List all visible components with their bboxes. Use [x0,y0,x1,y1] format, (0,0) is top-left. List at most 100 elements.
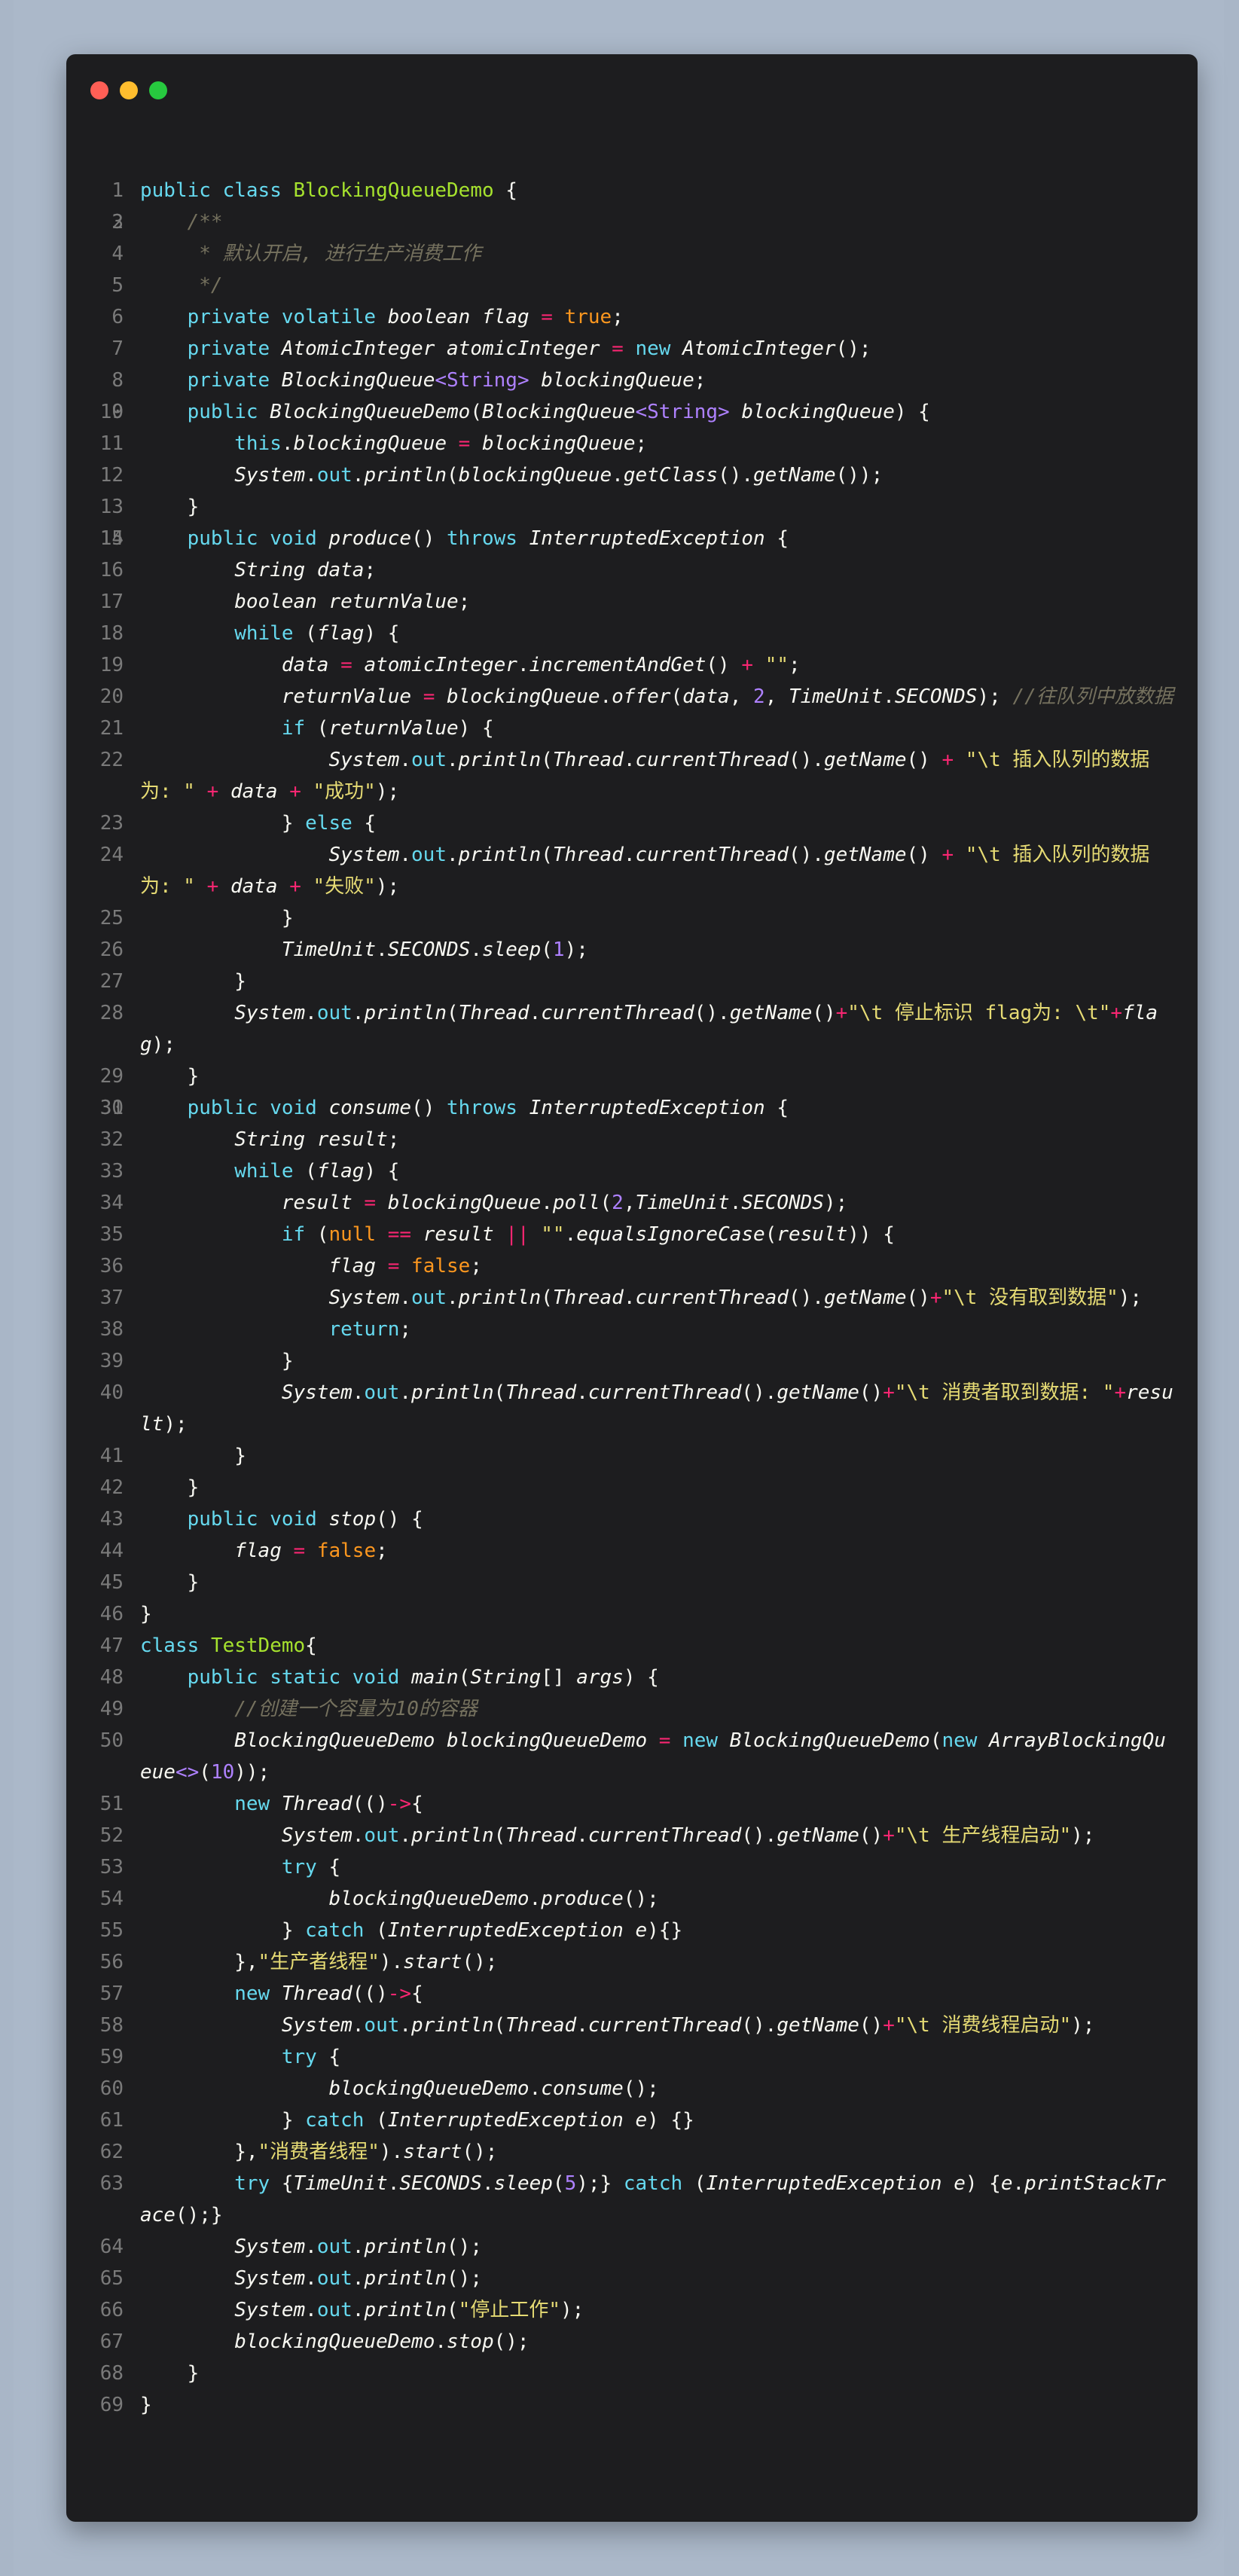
code-line: 31 public void consume() throws Interrup… [66,1092,1198,1124]
line-number: 35 [99,1223,124,1246]
code-line: 52 System.out.println(Thread.currentThre… [66,1820,1198,1851]
line-number: 15 [99,527,124,550]
code-line: 54 blockingQueueDemo.produce(); [66,1883,1198,1915]
line-number: 5 [111,274,124,297]
line-number: 50 [99,1729,124,1752]
page-background: 1 public class BlockingQueueDemo {2 3 /** 4… [14,0,1224,2576]
code-line: 26 TimeUnit.SECONDS.sleep(1); [66,934,1198,966]
close-window-icon[interactable] [90,81,108,99]
code-line: 29 } [66,1061,1198,1092]
code-text: String data; [234,559,377,581]
line-number: 7 [111,337,124,360]
code-text: while (flag) { [234,622,400,645]
code-line: 63 try {TimeUnit.SECONDS.sleep(5);} catc… [66,2168,1198,2231]
line-number: 65 [99,2267,124,2290]
code-text: public void produce() throws Interrupted… [187,527,789,550]
code-line: 11 this.blockingQueue = blockingQueue; [66,428,1198,459]
line-number: 63 [99,2172,124,2195]
code-line: 46} [66,1598,1198,1630]
code-text: System.out.println(); [234,2267,482,2290]
code-text: System.out.println(Thread.currentThread(… [140,1002,1158,1056]
code-line: 50 BlockingQueueDemo blockingQueueDemo =… [66,1725,1198,1788]
line-number: 22 [99,749,124,771]
line-number: 64 [99,2236,124,2258]
line-number: 45 [99,1571,124,1594]
code-line: 47 class TestDemo{ [66,1630,1198,1662]
line-number: 54 [99,1888,124,1910]
code-text: System.out.println(Thread.currentThread(… [140,749,1150,803]
code-line: 13 } [66,491,1198,523]
code-text: private BlockingQueue<String> blockingQu… [187,369,706,392]
code-text: if (returnValue) { [281,717,494,740]
line-number: 3 [111,211,124,233]
line-number: 66 [99,2299,124,2321]
code-line: 53 try { [66,1851,1198,1883]
line-number: 8 [111,369,124,392]
code-text: System.out.println(blockingQueue.getClas… [234,464,883,487]
code-text: try {TimeUnit.SECONDS.sleep(5);} catch (… [140,2172,1166,2227]
code-text: new Thread(()->{ [234,1793,423,1815]
code-text: try { [281,2046,341,2068]
code-line: 38 return; [66,1314,1198,1345]
line-number: 37 [99,1286,124,1309]
code-line: 57 new Thread(()->{ [66,1978,1198,2010]
line-number: 23 [99,812,124,835]
line-number: 25 [99,907,124,929]
code-line: 16 String data; [66,554,1198,586]
code-text: System.out.println(Thread.currentThread(… [281,2014,1095,2037]
code-line: 34 result = blockingQueue.poll(2,TimeUni… [66,1187,1198,1219]
code-text: class TestDemo{ [140,1634,317,1657]
code-text: public BlockingQueueDemo(BlockingQueue<S… [187,401,930,423]
code-line: 22 System.out.println(Thread.currentThre… [66,744,1198,807]
code-line: 43 public void stop() { [66,1503,1198,1535]
code-line: 67 blockingQueueDemo.stop(); [66,2326,1198,2358]
code-text: //创建一个容量为10的容器 [234,1698,478,1720]
line-number: 1 [111,179,124,202]
code-line: 12 System.out.println(blockingQueue.getC… [66,459,1198,491]
code-text: } [140,496,200,518]
line-number: 11 [99,432,124,455]
line-number: 69 [99,2394,124,2416]
maximize-window-icon[interactable] [149,81,167,99]
line-number: 39 [99,1350,124,1372]
line-number: 48 [99,1666,124,1689]
code-text: this.blockingQueue = blockingQueue; [234,432,648,455]
code-text: System.out.println(Thread.currentThread(… [140,1381,1173,1436]
code-line: 40 System.out.println(Thread.currentThre… [66,1377,1198,1440]
minimize-window-icon[interactable] [120,81,138,99]
line-number: 21 [99,717,124,740]
code-line: 5 */ [66,270,1198,301]
code-text: result = blockingQueue.poll(2,TimeUnit.S… [281,1192,848,1214]
code-line: 15 public void produce() throws Interrup… [66,523,1198,554]
code-line: 1 public class BlockingQueueDemo { [66,175,1198,206]
code-text: TimeUnit.SECONDS.sleep(1); [281,939,588,961]
code-line: 23 } else { [66,807,1198,839]
code-line: 6 private volatile boolean flag = true; [66,301,1198,333]
code-line: 66 System.out.println("停止工作"); [66,2294,1198,2326]
code-text: } [140,907,294,929]
code-line: 7 private AtomicInteger atomicInteger = … [66,333,1198,365]
line-number: 61 [99,2109,124,2132]
line-number: 29 [99,1065,124,1088]
line-number: 60 [99,2077,124,2100]
line-number: 26 [99,939,124,961]
code-line: 62 },"消费者线程").start(); [66,2136,1198,2168]
code-text: while (flag) { [234,1160,400,1183]
code-text: boolean returnValue; [234,591,471,613]
code-text: System.out.println(Thread.currentThread(… [328,1286,1143,1309]
line-number: 62 [99,2141,124,2163]
code-text: new Thread(()->{ [234,1982,423,2005]
line-number: 40 [99,1381,124,1404]
line-number: 52 [99,1824,124,1847]
code-text: } [140,1065,200,1088]
code-text: private AtomicInteger atomicInteger = ne… [187,337,871,360]
line-number: 19 [99,654,124,676]
code-line: 61 } catch (InterruptedException e) {} [66,2104,1198,2136]
line-number: 33 [99,1160,124,1183]
line-number: 49 [99,1698,124,1720]
code-line: 64 System.out.println(); [66,2231,1198,2263]
code-text: System.out.println(Thread.currentThread(… [281,1824,1095,1847]
code-window: 1 public class BlockingQueueDemo {2 3 /** 4… [66,54,1198,2522]
code-line: 41 } [66,1440,1198,1472]
line-number: 20 [99,685,124,708]
